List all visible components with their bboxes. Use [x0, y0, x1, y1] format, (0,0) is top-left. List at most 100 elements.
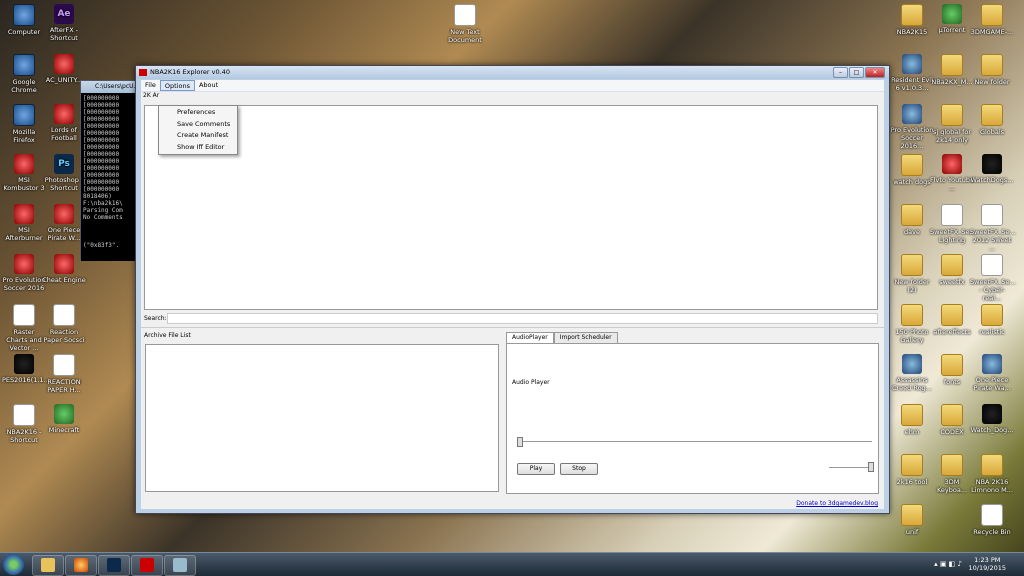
desktop-shortcut[interactable]: 150 Photo Gallery — [890, 304, 934, 344]
taskbar-firefox[interactable] — [65, 555, 97, 576]
desktop-shortcut-label: NBA2K15 — [896, 28, 928, 36]
clock[interactable]: 1:23 PM 10/19/2015 — [969, 556, 1006, 572]
start-button[interactable] — [3, 554, 24, 575]
msi-icon — [14, 204, 34, 224]
folder-icon — [41, 558, 55, 572]
menu-options[interactable]: Options — [159, 80, 195, 91]
desktop-shortcut[interactable]: 3DMGAME-... — [970, 4, 1014, 36]
menu-about[interactable]: About — [195, 80, 222, 91]
desktop-shortcut[interactable]: Computer — [2, 4, 46, 36]
desktop-shortcut-label: Pro Evolution Soccer 2016... — [890, 126, 934, 150]
taskbar-nba2k-explorer[interactable] — [131, 555, 163, 576]
photoshop-icon: Ps — [54, 154, 74, 174]
document-icon — [53, 304, 75, 326]
folder-icon — [941, 254, 963, 276]
search-input[interactable] — [167, 313, 878, 324]
desktop-shortcut[interactable]: dave — [890, 204, 934, 236]
taskbar-console[interactable] — [164, 555, 196, 576]
desktop-shortcut[interactable]: 2k16 tool — [890, 454, 934, 486]
desktop-shortcut[interactable]: REACTION PAPER H... — [42, 354, 86, 394]
desktop-shortcut[interactable]: Minecraft — [42, 404, 86, 434]
desktop-shortcut[interactable]: realistic — [970, 304, 1014, 336]
desktop-shortcut[interactable]: Mozilla Firefox — [2, 104, 46, 144]
desktop-shortcut[interactable]: Pro Evolution Soccer 2016... — [890, 104, 934, 150]
desktop-shortcut-label: AC_UNITY... — [45, 76, 83, 84]
menu-item-save-comments[interactable]: Save Comments — [159, 119, 237, 131]
desktop-shortcut[interactable]: MSI Afterburner — [2, 204, 46, 242]
desktop-shortcut[interactable]: New folder — [970, 54, 1014, 86]
desktop-shortcut[interactable]: Flvto Youtube ... — [930, 154, 974, 192]
desktop-shortcut[interactable]: sj global for 2k14 only — [930, 104, 974, 144]
archive-list-view[interactable] — [144, 105, 878, 310]
desktop-shortcut-label: Computer — [7, 28, 41, 36]
menu-file[interactable]: File — [141, 80, 160, 91]
desktop-shortcut[interactable]: fonts — [930, 354, 974, 386]
desktop-shortcut[interactable]: MSI Kombustor 3 — [2, 154, 46, 192]
desktop-shortcut[interactable]: µTorrent — [930, 4, 974, 34]
folder-icon — [901, 504, 923, 526]
donate-link[interactable]: Donate to 3dgamedev.blog — [796, 500, 878, 507]
volume-track[interactable] — [829, 467, 873, 468]
seek-slider-thumb[interactable] — [517, 437, 523, 447]
seek-track[interactable] — [517, 441, 872, 442]
desktop-shortcut[interactable]: SweetFX_Se... - Cyber-real... — [970, 254, 1016, 302]
desktop-shortcut[interactable]: watch dogs — [890, 154, 934, 186]
tab-strip: AudioPlayer Import Scheduler — [506, 332, 618, 343]
desktop-shortcut[interactable]: aftereffects — [930, 304, 974, 336]
minimize-button[interactable]: – — [833, 67, 848, 78]
desktop-shortcut[interactable]: Google Chrome — [2, 54, 46, 94]
desktop-shortcut[interactable]: Reaction Paper Socsci — [42, 304, 86, 344]
desktop-shortcut[interactable]: New Text Document — [443, 4, 487, 44]
folder-icon — [941, 54, 963, 76]
play-button[interactable]: Play — [517, 463, 555, 475]
desktop-shortcut[interactable]: Globals — [970, 104, 1014, 136]
desktop-shortcut[interactable]: SweetFX_Se... Lighting — [930, 204, 976, 244]
desktop-shortcut[interactable]: SweetFX_Se... 2012 Sweet ... — [970, 204, 1016, 252]
tab-import-scheduler[interactable]: Import Scheduler — [553, 332, 618, 343]
archive-tab-label[interactable]: 2K Ar — [143, 92, 159, 99]
system-tray[interactable]: ▴ ▣ ◧ ♪ — [934, 560, 962, 568]
desktop-shortcut[interactable]: NBA2K15 — [890, 4, 934, 36]
folder-icon — [941, 404, 963, 426]
taskbar-explorer[interactable] — [32, 555, 64, 576]
desktop-shortcut[interactable]: NBA2K16 - Shortcut — [2, 404, 46, 444]
desktop-shortcut[interactable]: Ae AfterFX - Shortcut — [42, 4, 86, 42]
desktop-shortcut[interactable]: PES2016(1.1... — [2, 354, 50, 384]
maximize-button[interactable]: □ — [849, 67, 864, 78]
desktop-shortcut[interactable]: unif — [890, 504, 934, 536]
desktop-shortcut[interactable]: 3DM Keyboa... — [930, 454, 974, 494]
folder-icon — [901, 254, 923, 276]
desktop-shortcut[interactable]: Raster Charts and Vector ... — [2, 304, 46, 352]
folder-icon — [981, 454, 1003, 476]
nba2k16-explorer-window[interactable]: NBA2K16 Explorer v0.40 – □ ✕ File Option… — [135, 65, 890, 514]
desktop-shortcut[interactable]: CODEX — [930, 404, 974, 436]
menu-item-create-manifest[interactable]: Create Manifest — [159, 130, 237, 142]
desktop-shortcut-label: New folder (2) — [894, 278, 930, 294]
desktop-shortcut[interactable]: NBA 2K16 Limnono M... — [970, 454, 1014, 494]
archive-file-list[interactable] — [145, 344, 499, 492]
desktop-shortcut-label: New folder — [974, 78, 1010, 86]
desktop-shortcut[interactable]: New folder (2) — [890, 254, 934, 294]
desktop-shortcut[interactable]: WatchDogs... — [970, 154, 1014, 184]
desktop-shortcut[interactable]: Recycle Bin — [970, 504, 1014, 536]
desktop-shortcut[interactable]: Pro Evolution Soccer 2016 — [2, 254, 46, 292]
menu-item-show-iff-editor[interactable]: Show Iff Editor — [159, 142, 237, 154]
desktop-shortcut[interactable]: Watch_Dog... — [970, 404, 1014, 434]
desktop-shortcut[interactable]: ehm — [890, 404, 934, 436]
folder-icon — [981, 304, 1003, 326]
desktop-shortcut[interactable]: Resident Evil 6 v1.0.3... — [890, 54, 934, 92]
desktop-shortcut-label: REACTION PAPER H... — [47, 378, 81, 394]
window-titlebar[interactable]: NBA2K16 Explorer v0.40 – □ ✕ — [136, 66, 889, 79]
desktop-shortcut[interactable]: Assassins Creed Rog... — [890, 354, 934, 392]
menu-item-preferences[interactable]: Preferences — [159, 107, 237, 119]
taskbar-photoshop[interactable] — [98, 555, 130, 576]
tab-audioplayer[interactable]: AudioPlayer — [506, 332, 554, 343]
stop-button[interactable]: Stop — [560, 463, 598, 475]
desktop-shortcut[interactable]: sweetfx — [930, 254, 974, 286]
volume-slider-thumb[interactable] — [868, 462, 874, 472]
desktop-shortcut-label: dave — [904, 228, 920, 236]
desktop-shortcut[interactable]: One Piece Pirate Wa... — [970, 354, 1014, 392]
close-button[interactable]: ✕ — [865, 67, 885, 78]
folder-icon — [901, 404, 923, 426]
desktop-shortcut[interactable]: NBa2KX_M... — [930, 54, 974, 86]
